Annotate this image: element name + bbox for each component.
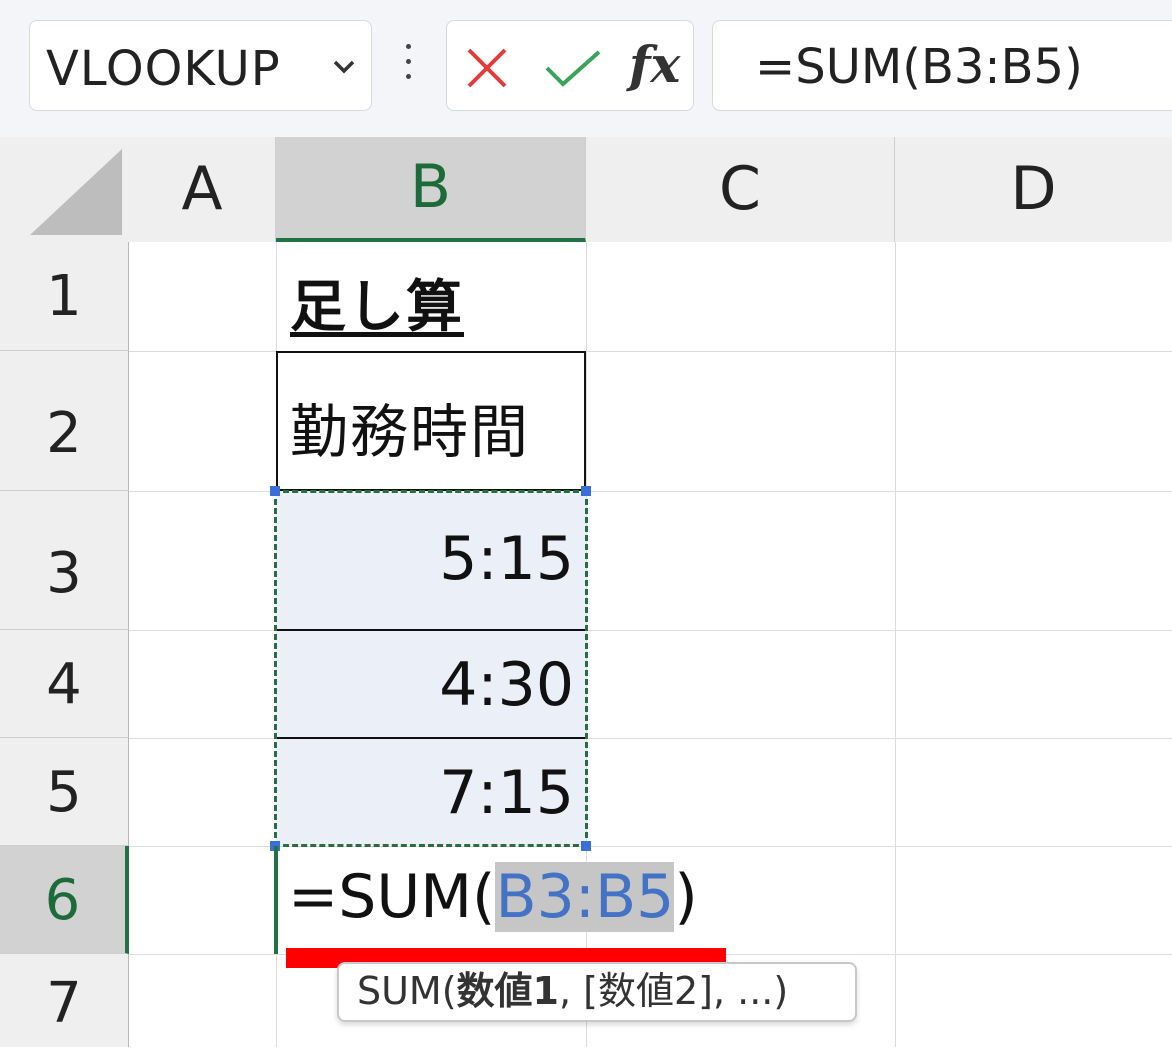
cell-b1[interactable]: 足し算 <box>290 262 464 343</box>
tooltip-current-arg: 数値1 <box>456 969 559 1013</box>
row-header-6[interactable]: 6 <box>0 846 129 954</box>
name-box[interactable]: VLOOKUP <box>29 20 372 111</box>
column-header-b[interactable]: B <box>276 137 586 242</box>
tooltip-rest: , [数値2], ...) <box>559 969 789 1013</box>
range-handle[interactable] <box>270 486 280 496</box>
cell-b6-editor[interactable]: =SUM(B3:B5) <box>288 862 698 932</box>
function-tooltip[interactable]: SUM(数値1, [数値2], ...) <box>337 962 857 1022</box>
active-cell-indicator <box>274 846 278 954</box>
chevron-down-icon[interactable] <box>331 57 357 77</box>
formula-buttons: fx <box>446 20 694 111</box>
formula-text: =SUM(B3:B5) <box>755 39 1083 95</box>
range-handle[interactable] <box>581 486 591 496</box>
formula-input[interactable]: =SUM(B3:B5) <box>712 20 1172 111</box>
row-header-7[interactable]: 7 <box>0 954 129 1047</box>
formula-bar: VLOOKUP fx =SUM(B3:B5) <box>0 0 1172 137</box>
row-header-2[interactable]: 2 <box>0 351 129 491</box>
column-header-d[interactable]: D <box>895 137 1172 242</box>
more-options-icon[interactable] <box>398 44 418 90</box>
tooltip-function: SUM( <box>357 969 457 1013</box>
column-header-c[interactable]: C <box>586 137 895 242</box>
row-header-4[interactable]: 4 <box>0 630 129 738</box>
range-reference: B3:B5 <box>495 862 675 932</box>
enter-icon[interactable] <box>543 48 603 88</box>
cancel-icon[interactable] <box>465 46 509 90</box>
range-handle[interactable] <box>581 841 591 851</box>
formula-suffix: ) <box>674 862 698 932</box>
row-header-3[interactable]: 3 <box>0 491 129 630</box>
name-box-value: VLOOKUP <box>46 41 281 97</box>
select-all-corner[interactable] <box>0 137 129 242</box>
insert-function-icon[interactable]: fx <box>629 35 680 94</box>
row-header-5[interactable]: 5 <box>0 738 129 846</box>
range-marquee <box>274 490 588 847</box>
cell-b2[interactable]: 勤務時間 <box>290 385 530 469</box>
formula-prefix: =SUM( <box>288 862 496 932</box>
column-header-a[interactable]: A <box>129 137 276 242</box>
row-header-1[interactable]: 1 <box>0 242 129 351</box>
